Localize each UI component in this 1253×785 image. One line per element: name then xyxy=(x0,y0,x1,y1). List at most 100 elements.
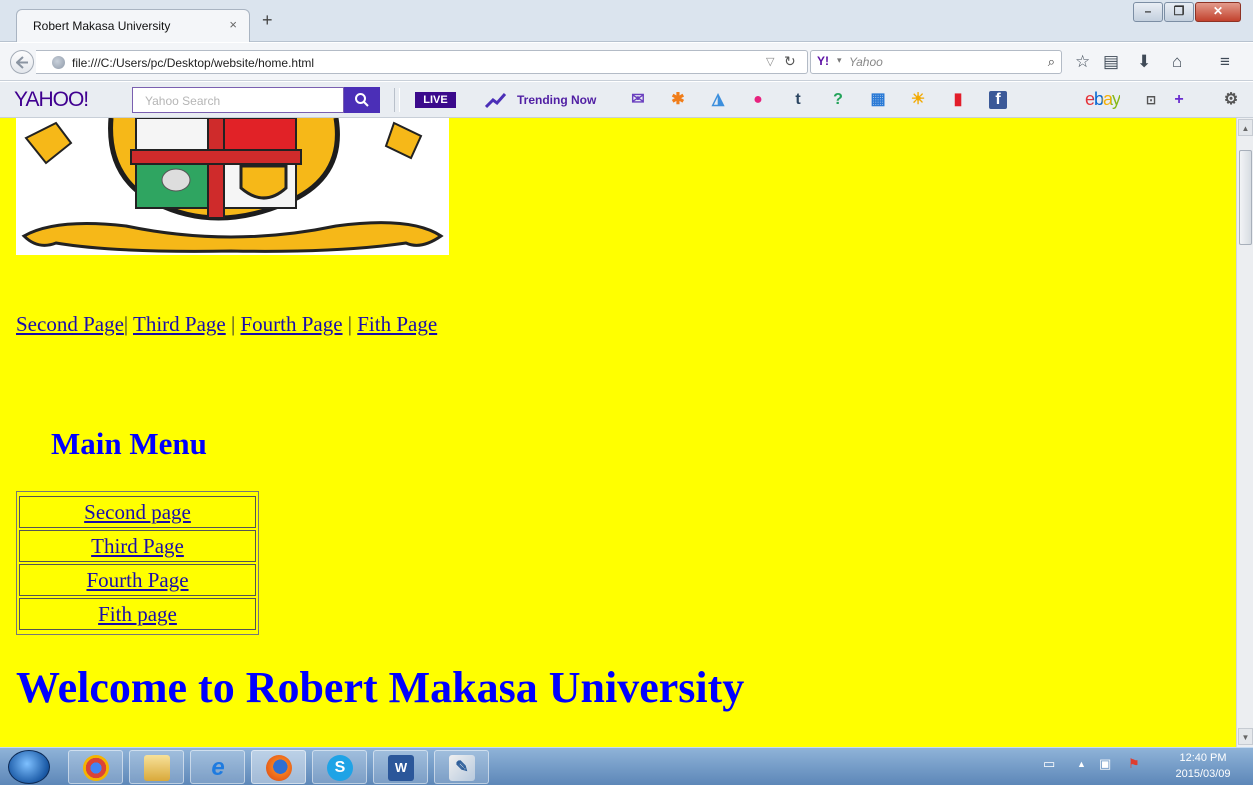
trending-icon[interactable] xyxy=(485,91,507,109)
start-button[interactable] xyxy=(8,750,50,784)
page-viewport: Second Page| Third Page | Fourth Page | … xyxy=(0,118,1236,747)
show-hidden-icons-icon[interactable]: ▲ xyxy=(1077,759,1086,769)
taskbar-chrome[interactable] xyxy=(68,750,123,784)
taskbar-firefox[interactable] xyxy=(251,750,306,784)
link-separator: | xyxy=(347,312,352,336)
answers-icon[interactable]: ? xyxy=(829,91,847,109)
arrow-left-icon xyxy=(16,56,28,69)
university-crest-logo xyxy=(16,118,449,255)
word-icon: W xyxy=(388,755,414,781)
link-separator: | xyxy=(230,312,236,336)
search-icon[interactable]: ⌕ xyxy=(1048,54,1055,70)
notepad-icon: ✎ xyxy=(449,755,475,781)
add-icon[interactable]: + xyxy=(1170,91,1188,109)
vertical-scrollbar[interactable]: ▲ ▼ xyxy=(1236,118,1253,747)
taskbar-internet-explorer[interactable]: e xyxy=(190,750,245,784)
scroll-up-icon[interactable]: ▲ xyxy=(1238,119,1253,136)
facebook-icon[interactable]: f xyxy=(989,91,1007,109)
download-icon[interactable]: ⬇ xyxy=(1137,53,1151,70)
tumblr-icon[interactable]: t xyxy=(789,91,807,109)
bookmark-star-icon[interactable]: ☆ xyxy=(1075,53,1090,70)
search-bar[interactable]: Y! ▾ Yahoo ⌕ xyxy=(810,50,1062,74)
taskbar-explorer[interactable] xyxy=(129,750,184,784)
windows-taskbar: e S W ✎ ▭ ▲ ▣ ⚑ 12:40 PM 2015/03/09 xyxy=(0,747,1253,785)
ebay-button[interactable]: ebay xyxy=(1085,89,1121,110)
folder-icon xyxy=(144,755,170,781)
back-button[interactable] xyxy=(10,50,34,74)
home-icon[interactable]: ⌂ xyxy=(1172,53,1182,70)
menu-cell: Third Page xyxy=(19,530,256,562)
yahoo-search-placeholder: Yahoo Search xyxy=(145,94,221,108)
mail-icon[interactable]: ✉ xyxy=(629,91,647,109)
network-icon[interactable]: ▣ xyxy=(1099,756,1111,772)
news-icon[interactable]: ▦ xyxy=(869,91,887,109)
reload-icon[interactable]: ↻ xyxy=(784,53,796,70)
minimize-button[interactable]: – xyxy=(1133,2,1163,22)
globe-icon xyxy=(52,56,65,69)
maximize-button[interactable]: ❐ xyxy=(1164,2,1194,22)
yahoo-search-input[interactable]: Yahoo Search xyxy=(132,87,344,113)
sports-icon[interactable]: ✱ xyxy=(669,91,687,109)
tab-bar: Robert Makasa University × + – ❐ ✕ xyxy=(0,0,1253,42)
trending-now-button[interactable]: Trending Now xyxy=(517,93,596,107)
link-third-page[interactable]: Third Page xyxy=(133,312,226,336)
history-dropdown-icon[interactable]: ▽ xyxy=(766,55,774,68)
yahoo-engine-icon[interactable]: Y! xyxy=(817,54,829,68)
link-second-page[interactable]: Second Page xyxy=(16,312,124,336)
system-clock[interactable]: 12:40 PM 2015/03/09 xyxy=(1162,750,1244,782)
main-menu-table: Second page Third Page Fourth Page Fith … xyxy=(16,491,259,635)
firefox-icon xyxy=(266,755,292,781)
menu-link-fith-page[interactable]: Fith page xyxy=(98,602,177,626)
menu-cell: Fith page xyxy=(19,598,256,630)
bookmarks-menu-icon[interactable]: ▤ xyxy=(1103,53,1119,70)
taskbar-notepad[interactable]: ✎ xyxy=(434,750,489,784)
browser-tab[interactable]: Robert Makasa University × xyxy=(16,9,250,42)
clock-time: 12:40 PM xyxy=(1179,752,1227,764)
keyboard-icon[interactable]: ▭ xyxy=(1043,756,1055,772)
top-navigation-links: Second Page| Third Page | Fourth Page | … xyxy=(16,312,437,337)
close-window-button[interactable]: ✕ xyxy=(1195,2,1241,22)
address-bar[interactable]: file:///C:/Users/pc/Desktop/website/home… xyxy=(36,50,808,74)
scroll-down-icon[interactable]: ▼ xyxy=(1238,728,1253,745)
url-text: file:///C:/Users/pc/Desktop/website/home… xyxy=(72,56,315,70)
menu-link-second-page[interactable]: Second page xyxy=(84,500,191,524)
welcome-heading: Welcome to Robert Makasa University xyxy=(16,663,745,712)
gear-icon[interactable]: ⚙ xyxy=(1222,91,1240,109)
ie-icon: e xyxy=(211,754,225,781)
yahoo-logo[interactable]: YAHOO! xyxy=(14,88,89,112)
search-input[interactable]: Yahoo xyxy=(849,55,883,69)
close-tab-icon[interactable]: × xyxy=(229,17,237,32)
weather-icon[interactable]: ☀ xyxy=(909,91,927,109)
menu-link-third-page[interactable]: Third Page xyxy=(91,534,184,558)
clock-date: 2015/03/09 xyxy=(1175,768,1231,780)
chevron-down-icon[interactable]: ▾ xyxy=(837,55,842,66)
link-fourth-page[interactable]: Fourth Page xyxy=(240,312,342,336)
yahoo-search-button[interactable] xyxy=(344,87,380,113)
yahoo-toolbar: YAHOO! Yahoo Search LIVE Trending Now ✉ … xyxy=(0,82,1253,118)
menu-link-fourth-page[interactable]: Fourth Page xyxy=(86,568,188,592)
live-button[interactable]: LIVE xyxy=(415,92,456,108)
minimize-icon: – xyxy=(1144,4,1152,18)
taskbar-skype[interactable]: S xyxy=(312,750,367,784)
menu-icon[interactable]: ≡ xyxy=(1220,53,1230,70)
taskbar-word[interactable]: W xyxy=(373,750,428,784)
maximize-icon: ❐ xyxy=(1173,4,1185,18)
toolbar-divider xyxy=(394,88,400,112)
dropdown-icon[interactable]: ⊡ xyxy=(1142,91,1160,109)
main-menu-heading: Main Menu xyxy=(51,426,207,461)
finance-icon[interactable]: ◮ xyxy=(709,91,727,109)
link-separator: | xyxy=(123,312,129,336)
scrollbar-thumb[interactable] xyxy=(1239,150,1252,245)
link-fith-page[interactable]: Fith Page xyxy=(357,312,437,336)
new-tab-button[interactable]: + xyxy=(262,11,273,29)
menu-cell: Second page xyxy=(19,496,256,528)
menu-cell: Fourth Page xyxy=(19,564,256,596)
search-icon xyxy=(355,93,369,107)
chrome-icon xyxy=(83,755,109,781)
flickr-icon[interactable]: ● xyxy=(749,91,767,109)
navigation-bar: file:///C:/Users/pc/Desktop/website/home… xyxy=(0,43,1253,81)
skype-icon: S xyxy=(327,755,353,781)
action-center-icon[interactable]: ⚑ xyxy=(1128,756,1140,772)
tab-title: Robert Makasa University xyxy=(33,19,171,33)
bookmark-icon[interactable]: ▮ xyxy=(949,91,967,109)
